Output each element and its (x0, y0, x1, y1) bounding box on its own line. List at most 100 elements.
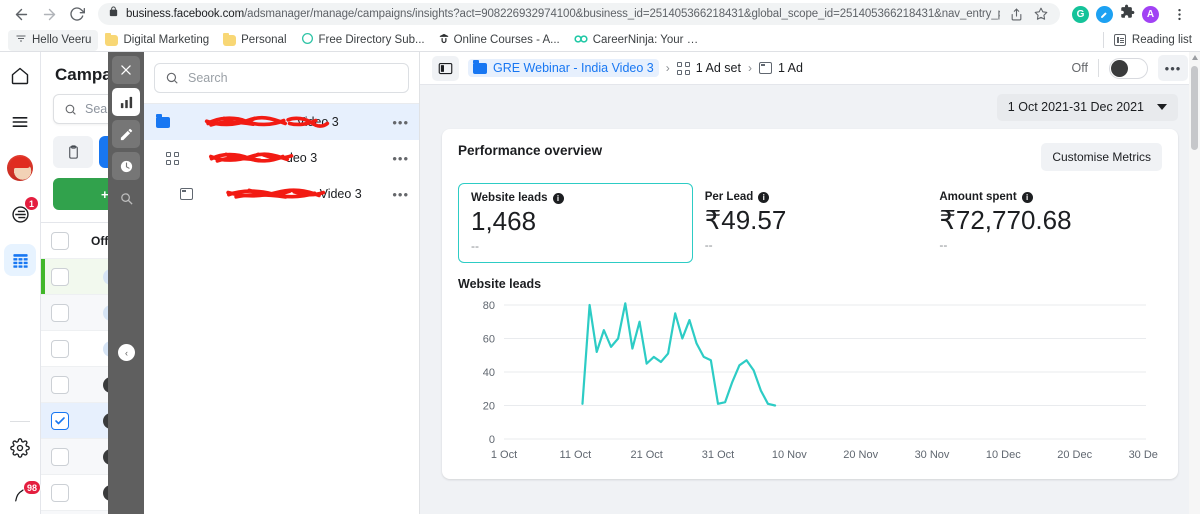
main-topbar: GRE Webinar - India Video 3 › 1 Ad set ›… (420, 52, 1200, 85)
bar-chart-icon[interactable] (112, 88, 140, 116)
metric-label-wrap: Per Lead i (705, 191, 916, 203)
share-icon[interactable] (1007, 5, 1025, 23)
bookmark-personal[interactable]: Personal (216, 31, 293, 49)
svg-text:20: 20 (483, 400, 495, 412)
info-icon[interactable]: i (758, 191, 770, 203)
row-checkbox[interactable] (51, 339, 69, 358)
tree-item-ad[interactable]: GRE Webinar - India Video 3 ••• (144, 176, 419, 212)
address-bar[interactable]: business.facebook.com/adsmanager/manage/… (98, 3, 1060, 25)
row-checkbox[interactable] (51, 375, 69, 394)
notifications-icon[interactable]: 1 (4, 196, 39, 230)
card-header: Performance overview Customise Metrics (458, 143, 1162, 171)
metric-label-wrap: Amount spent i (939, 191, 1150, 203)
breadcrumb-ad[interactable]: 1 Ad (758, 61, 803, 75)
ad-icon (758, 62, 772, 74)
metric-website-leads[interactable]: Website leads i 1,468 -- (458, 183, 693, 263)
page-scrollbar[interactable] (1189, 52, 1200, 514)
bookmark-label: Online Courses - A... (453, 34, 560, 46)
bookmark-digital-marketing[interactable]: Digital Marketing (98, 31, 216, 49)
site-icon (301, 32, 314, 48)
blue-pen-extension-icon[interactable] (1096, 5, 1113, 23)
alerts-icon[interactable]: 98 (4, 478, 41, 510)
breadcrumb-campaign[interactable]: GRE Webinar - India Video 3 (468, 59, 659, 77)
row-checkbox[interactable] (51, 303, 69, 322)
breadcrumb-adset[interactable]: 1 Ad set (676, 61, 741, 75)
svg-text:21 Oct: 21 Oct (630, 449, 662, 461)
avatar[interactable] (4, 152, 36, 184)
scrollbar-thumb[interactable] (1191, 66, 1198, 150)
tree-item-adset[interactable]: GRE Webinar - Video 3 ••• (144, 140, 419, 176)
back-arrow-icon[interactable] (8, 1, 34, 27)
tree-item-menu-icon[interactable]: ••• (392, 187, 409, 202)
rail-divider (10, 421, 30, 422)
reload-icon[interactable] (64, 1, 90, 27)
status-toggle[interactable] (1109, 57, 1148, 79)
tree-search-wrap: Search (144, 52, 419, 104)
grammarly-extension-icon[interactable]: G (1072, 5, 1089, 23)
topbar-right-group: Off ••• (1072, 55, 1188, 81)
customise-metrics-button[interactable]: Customise Metrics (1041, 143, 1162, 171)
split-panel-icon[interactable] (432, 55, 459, 81)
tree-item-menu-icon[interactable]: ••• (392, 151, 409, 166)
bookmark-free-directory[interactable]: Free Directory Sub... (294, 29, 432, 51)
metric-per-lead[interactable]: Per Lead i ₹49.57 -- (693, 183, 928, 263)
metric-amount-spent[interactable]: Amount spent i ₹72,770.68 -- (927, 183, 1162, 263)
clipboard-tab[interactable] (53, 136, 93, 168)
drive-icon (15, 33, 27, 48)
scroll-up-arrow-icon[interactable] (1191, 55, 1198, 60)
clock-history-icon[interactable] (112, 152, 140, 180)
svg-text:11 Oct: 11 Oct (560, 449, 592, 461)
bookmark-hello-veeru[interactable]: Hello Veeru (8, 29, 99, 51)
svg-text:31 Oct: 31 Oct (702, 449, 734, 461)
pencil-edit-icon[interactable] (112, 120, 140, 148)
more-options-button[interactable]: ••• (1158, 55, 1188, 81)
ads-manager-grid-icon[interactable] (4, 244, 36, 276)
date-range-picker[interactable]: 1 Oct 2021-31 Dec 2021 (996, 93, 1178, 121)
tree-search-input[interactable]: Search (154, 63, 409, 93)
tree-item-menu-icon[interactable]: ••• (392, 115, 409, 130)
row-checkbox[interactable] (51, 483, 69, 502)
topbar-divider (1098, 59, 1099, 77)
svg-text:0: 0 (489, 434, 495, 446)
svg-text:1 Oct: 1 Oct (491, 449, 517, 461)
metric-value: ₹72,770.68 (939, 205, 1072, 235)
bookmark-online-courses[interactable]: Online Courses - A... (432, 29, 567, 51)
folder-icon (473, 60, 487, 74)
udemy-icon (439, 32, 449, 48)
svg-text:30 Nov: 30 Nov (915, 449, 950, 461)
puzzle-extensions-icon[interactable] (1120, 4, 1135, 24)
zoom-search-icon[interactable] (112, 184, 140, 212)
row-checkbox[interactable] (51, 411, 69, 430)
svg-text:10 Nov: 10 Nov (772, 449, 807, 461)
chevron-down-icon (1157, 104, 1167, 110)
star-icon[interactable] (1032, 5, 1050, 23)
row-checkbox[interactable] (51, 447, 69, 466)
kebab-menu-icon[interactable] (1166, 1, 1192, 27)
folder-icon (223, 32, 237, 46)
close-icon[interactable] (112, 56, 140, 84)
select-all-checkbox[interactable] (51, 231, 69, 250)
row-checkbox[interactable] (51, 267, 69, 286)
bookmark-label: Hello Veeru (32, 34, 92, 46)
forward-arrow-icon[interactable] (36, 1, 62, 27)
home-icon[interactable] (4, 60, 36, 92)
info-icon[interactable]: i (1021, 191, 1033, 203)
info-icon[interactable]: i (552, 192, 564, 204)
settings-gear-icon[interactable] (4, 432, 36, 464)
menu-icon[interactable] (4, 106, 36, 138)
browser-nav-row: business.facebook.com/adsmanager/manage/… (0, 0, 1200, 28)
ad-set-icon (166, 151, 179, 165)
svg-text:60: 60 (483, 333, 495, 345)
collapse-panel-button[interactable]: ‹ (118, 344, 135, 361)
tree-item-campaign[interactable]: GRE Webinar - India Video 3 ••• (144, 104, 419, 140)
reading-list-button[interactable]: Reading list (1102, 32, 1192, 48)
profile-avatar[interactable]: A (1142, 5, 1159, 23)
metric-subvalue: -- (704, 237, 713, 252)
metric-label: Website leads (471, 192, 548, 204)
chart-area: 0 20 40 60 80 1 Oct 11 Oct 21 Oct 31 Oct 10 Nov 20… (458, 297, 1162, 465)
bookmark-careerninja[interactable]: CareerNinja: Your p... (567, 31, 707, 50)
metric-subvalue: -- (939, 237, 948, 252)
url-host: business.facebook.com (126, 8, 245, 20)
metric-value: 1,468 (471, 206, 537, 236)
page-title: Performance overview (458, 143, 603, 158)
